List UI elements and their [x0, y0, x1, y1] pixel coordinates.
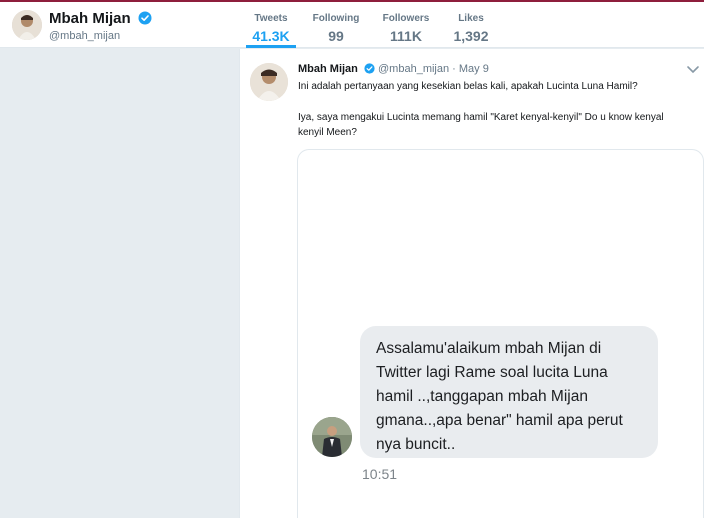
- tweet-avatar[interactable]: [250, 63, 288, 101]
- stat-following[interactable]: Following 99: [308, 4, 364, 48]
- chat-sender-avatar: [312, 417, 352, 457]
- tweet-separator: ·: [449, 63, 459, 75]
- stat-followers[interactable]: Followers 111K: [378, 4, 434, 48]
- tweet-author-handle[interactable]: @mbah_mijan: [378, 63, 449, 75]
- tweet-date[interactable]: May 9: [459, 63, 489, 75]
- profile-bar: Mbah Mijan @mbah_mijan Tweets 41.3K Foll…: [0, 2, 704, 48]
- chevron-down-icon[interactable]: [686, 65, 700, 75]
- profile-name[interactable]: Mbah Mijan: [49, 10, 152, 27]
- stat-following-label: Following: [312, 13, 360, 24]
- profile-handle[interactable]: @mbah_mijan: [49, 30, 120, 42]
- stat-tweets-label: Tweets: [254, 13, 288, 24]
- tweet-media-image[interactable]: Assalamu'alaikum mbah Mijan di Twitter l…: [297, 149, 704, 518]
- stat-tweets-value: 41.3K: [252, 28, 290, 44]
- verified-badge-icon: [364, 63, 375, 74]
- stat-likes[interactable]: Likes 1,392: [450, 4, 492, 48]
- stat-likes-label: Likes: [458, 13, 484, 24]
- profile-avatar[interactable]: [12, 10, 42, 40]
- profile-name-text[interactable]: Mbah Mijan: [49, 10, 131, 27]
- tweet-text-line-2: Iya, saya mengakui Lucinta memang hamil …: [298, 112, 664, 138]
- tweet-header: Mbah Mijan @mbah_mijan · May 9: [298, 63, 489, 75]
- tweet-text-line-1: Ini adalah pertanyaan yang kesekian bela…: [298, 81, 638, 92]
- stat-followers-label: Followers: [382, 13, 430, 24]
- verified-badge-icon: [138, 11, 152, 25]
- stat-following-value: 99: [328, 28, 344, 44]
- tweet-author-name[interactable]: Mbah Mijan: [298, 63, 358, 75]
- chat-message-time: 10:51: [362, 466, 398, 482]
- chat-message-bubble: Assalamu'alaikum mbah Mijan di Twitter l…: [360, 326, 658, 458]
- tweet-card[interactable]: Mbah Mijan @mbah_mijan · May 9 Ini adala…: [239, 49, 704, 518]
- stat-tweets[interactable]: Tweets 41.3K: [246, 4, 296, 48]
- stat-followers-value: 111K: [390, 28, 422, 44]
- stat-likes-value: 1,392: [453, 28, 489, 44]
